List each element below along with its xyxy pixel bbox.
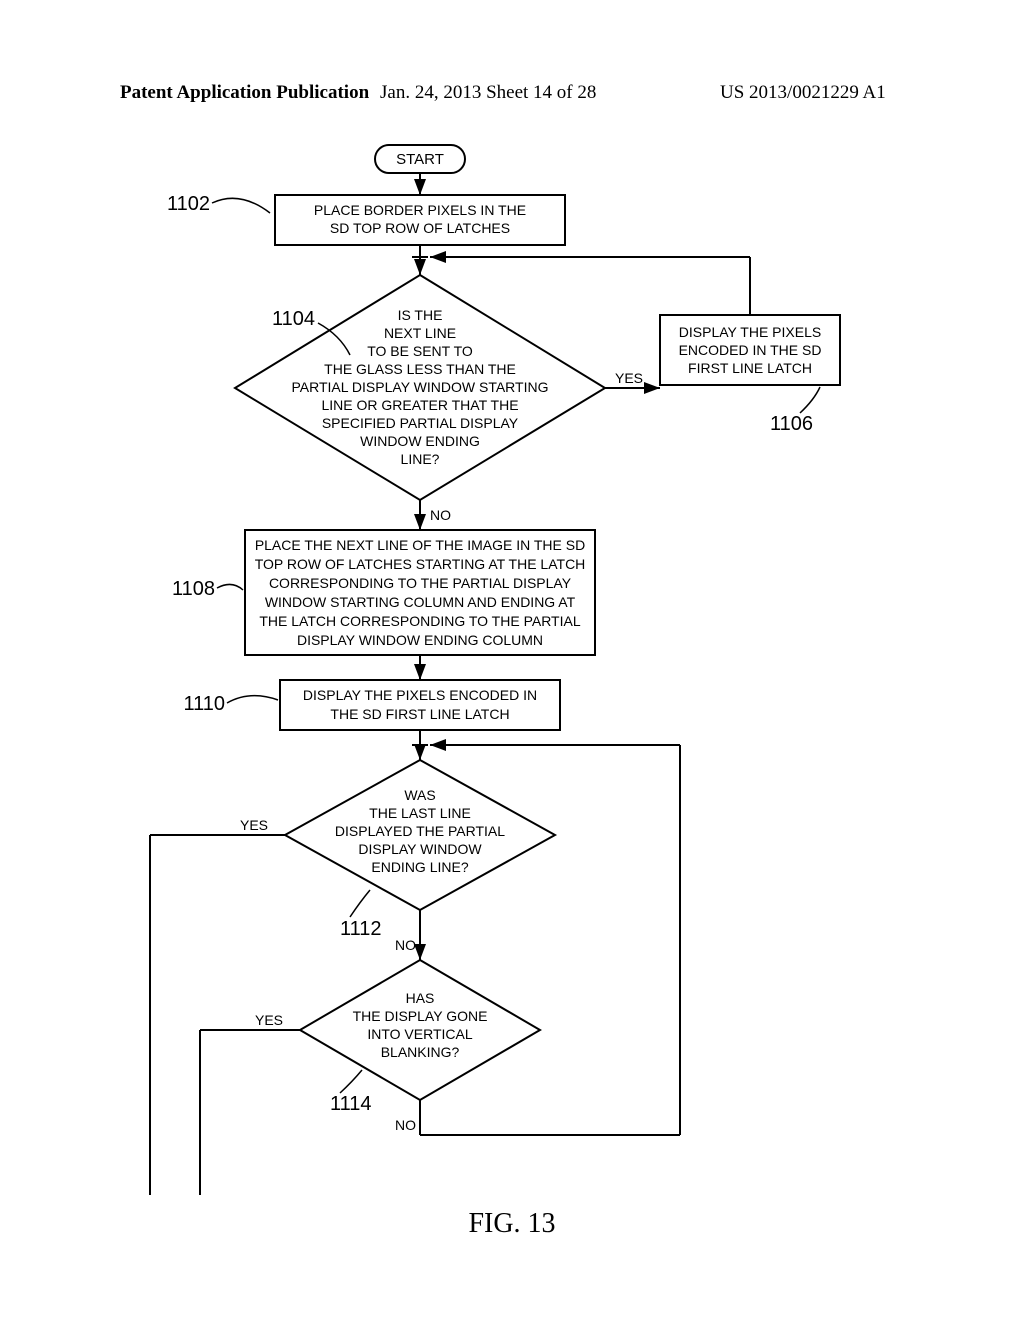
- ref-1108: 1108: [172, 578, 215, 600]
- ref-1106: 1106: [770, 413, 813, 435]
- svg-text:SD TOP ROW OF LATCHES: SD TOP ROW OF LATCHES: [330, 220, 510, 236]
- svg-text:IS THE: IS THE: [398, 307, 443, 323]
- svg-text:DISPLAY THE PIXELS ENCODED IN: DISPLAY THE PIXELS ENCODED IN: [303, 687, 537, 703]
- label-yes-1114: YES: [255, 1012, 283, 1028]
- svg-text:DISPLAY THE PIXELS: DISPLAY THE PIXELS: [679, 324, 821, 340]
- svg-text:PLACE BORDER PIXELS IN THE: PLACE BORDER PIXELS IN THE: [314, 202, 526, 218]
- label-yes-1112: YES: [240, 817, 268, 833]
- ref-1112: 1112: [340, 918, 382, 940]
- svg-text:WINDOW ENDING: WINDOW ENDING: [360, 433, 480, 449]
- process-1102: PLACE BORDER PIXELS IN THE SD TOP ROW OF…: [275, 195, 565, 245]
- label-no-1104: NO: [430, 507, 451, 523]
- svg-text:START: START: [396, 151, 444, 168]
- svg-text:WAS: WAS: [404, 787, 435, 803]
- svg-text:THE DISPLAY GONE: THE DISPLAY GONE: [353, 1008, 488, 1024]
- flowchart: START PLACE BORDER PIXELS IN THE SD TOP …: [0, 135, 1024, 1235]
- svg-text:DISPLAY WINDOW ENDING COLUMN: DISPLAY WINDOW ENDING COLUMN: [297, 632, 543, 648]
- svg-text:ENDING LINE?: ENDING LINE?: [371, 859, 468, 875]
- svg-text:HAS: HAS: [406, 990, 435, 1006]
- svg-text:PLACE THE NEXT LINE OF THE IMA: PLACE THE NEXT LINE OF THE IMAGE IN THE …: [255, 537, 585, 553]
- svg-text:TO BE SENT TO: TO BE SENT TO: [367, 343, 473, 359]
- ref-1114: 1114: [330, 1093, 372, 1115]
- svg-text:DISPLAYED THE PARTIAL: DISPLAYED THE PARTIAL: [335, 823, 505, 839]
- svg-text:ENCODED IN THE SD: ENCODED IN THE SD: [679, 342, 822, 358]
- svg-text:TOP ROW OF LATCHES STARTING AT: TOP ROW OF LATCHES STARTING AT THE LATCH: [255, 556, 586, 572]
- label-yes-1104: YES: [615, 370, 643, 386]
- ref-1102: 1102: [167, 193, 210, 215]
- svg-text:BLANKING?: BLANKING?: [381, 1044, 460, 1060]
- svg-text:LINE?: LINE?: [401, 451, 440, 467]
- header-sheet: Jan. 24, 2013 Sheet 14 of 28: [380, 82, 596, 104]
- svg-text:NEXT LINE: NEXT LINE: [384, 325, 456, 341]
- svg-text:THE LATCH CORRESPONDING TO THE: THE LATCH CORRESPONDING TO THE PARTIAL: [259, 613, 580, 629]
- svg-text:FIRST LINE LATCH: FIRST LINE LATCH: [688, 360, 812, 376]
- ref-1110: 1110: [183, 693, 225, 715]
- decision-1112: WAS THE LAST LINE DISPLAYED THE PARTIAL …: [285, 760, 555, 910]
- svg-text:INTO VERTICAL: INTO VERTICAL: [367, 1026, 473, 1042]
- header-docnum: US 2013/0021229 A1: [720, 82, 886, 104]
- header-publication: Patent Application Publication: [120, 82, 369, 104]
- svg-text:PARTIAL DISPLAY WINDOW STARTIN: PARTIAL DISPLAY WINDOW STARTING: [292, 379, 549, 395]
- svg-text:WINDOW STARTING COLUMN AND END: WINDOW STARTING COLUMN AND ENDING AT: [265, 594, 576, 610]
- process-1110: DISPLAY THE PIXELS ENCODED IN THE SD FIR…: [280, 680, 560, 730]
- svg-text:SPECIFIED PARTIAL DISPLAY: SPECIFIED PARTIAL DISPLAY: [322, 415, 519, 431]
- ref-1104: 1104: [272, 308, 315, 330]
- decision-1114: HAS THE DISPLAY GONE INTO VERTICAL BLANK…: [300, 960, 540, 1100]
- label-no-1112: NO: [395, 937, 416, 953]
- svg-text:THE LAST LINE: THE LAST LINE: [369, 805, 471, 821]
- svg-text:LINE OR GREATER THAT THE: LINE OR GREATER THAT THE: [321, 397, 518, 413]
- svg-text:THE GLASS LESS THAN THE: THE GLASS LESS THAN THE: [324, 361, 516, 377]
- svg-text:DISPLAY WINDOW: DISPLAY WINDOW: [358, 841, 482, 857]
- start-node: START: [375, 145, 465, 173]
- process-1108: PLACE THE NEXT LINE OF THE IMAGE IN THE …: [245, 530, 595, 655]
- figure-label: FIG. 13: [0, 1208, 1024, 1240]
- svg-text:CORRESPONDING TO THE PARTIAL D: CORRESPONDING TO THE PARTIAL DISPLAY: [269, 575, 572, 591]
- svg-text:THE SD FIRST LINE LATCH: THE SD FIRST LINE LATCH: [330, 706, 509, 722]
- process-1106: DISPLAY THE PIXELS ENCODED IN THE SD FIR…: [660, 315, 840, 385]
- label-no-1114: NO: [395, 1117, 416, 1133]
